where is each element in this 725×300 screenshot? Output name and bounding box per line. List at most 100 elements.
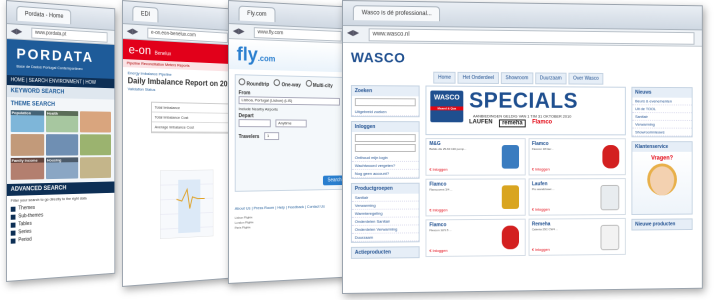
travelers-select[interactable]: 1 (264, 132, 280, 141)
footer-city-links[interactable]: Lisbon Flights London Flights Paris Flig… (235, 215, 254, 230)
logo-text: PORDATA (16, 45, 94, 66)
theme-tile[interactable] (46, 134, 79, 156)
brand-text: e-on (128, 42, 152, 58)
product-card[interactable]: Flamco Flamcovent 3/4 ... € Inloggen (425, 178, 526, 217)
left-column: Zoeken Uitgebreid zoeken Inloggen Onthou… (350, 85, 420, 263)
specials-subtitle: AANBIEDINGEN GELDIG VAN 1 T/M 31 OKTOBER… (472, 113, 572, 119)
login-box: Inloggen Onthoud mijn login Wachtwoord v… (350, 121, 420, 179)
news-item[interactable]: Sanitair (632, 113, 692, 121)
browser-tab-fly[interactable]: Fly.com (238, 5, 276, 23)
password-field[interactable] (354, 144, 416, 152)
advanced-search-link[interactable]: Uitgebreid zoeken (351, 108, 419, 117)
nav-duurzaam[interactable]: Duurzaam (535, 72, 567, 85)
include-nearby-checkbox[interactable]: Include Nearby Airports (239, 106, 340, 112)
nav-home[interactable]: Home (433, 71, 456, 84)
browser-window-pordata[interactable]: Pordata - Home ◀▶ www.pordata.pt PORDATA… (6, 0, 116, 282)
back-forward-icon[interactable]: ◀▶ (347, 28, 359, 38)
brand-flamco: Flamco (532, 119, 553, 126)
url-field[interactable]: www.wasco.nl (368, 28, 695, 45)
search-heading: Zoeken (351, 86, 419, 97)
back-forward-icon[interactable]: ◀▶ (127, 26, 139, 37)
theme-tile[interactable]: Housing (46, 157, 79, 180)
theme-tile[interactable] (10, 134, 45, 156)
multicity-radio[interactable]: Multi-city (305, 79, 333, 89)
browser-window-fly[interactable]: Fly.com ◀▶ www.fly.com fly.com Roundtrip… (228, 0, 350, 284)
depart-date-input[interactable] (238, 119, 271, 128)
nav-over-wasco[interactable]: Over Wasco (568, 72, 604, 85)
nav-onderdeel[interactable]: Het Onderdeel (457, 71, 499, 85)
url-field[interactable]: www.pordata.pt (31, 27, 108, 43)
depart-time-select[interactable]: Anytime (275, 119, 307, 128)
forgot-password-link[interactable]: Wachtwoord vergeten? (351, 161, 419, 170)
imbalance-chart (160, 169, 214, 239)
product-price: € Inloggen (531, 246, 550, 252)
roundtrip-radio[interactable]: Roundtrip (238, 78, 269, 88)
theme-tile[interactable] (79, 134, 111, 156)
product-price: € Inloggen (531, 206, 550, 212)
specials-banner[interactable]: WASCO Maand & Qua SPECIALS AANBIEDINGEN G… (425, 85, 626, 136)
browser-tab-wasco[interactable]: Wasco is dé professional... (352, 5, 441, 22)
brand-sub: Benelux (154, 50, 172, 58)
customer-service-box[interactable]: Klantenservice Vragen? (631, 141, 693, 215)
new-products-heading: Nieuwe producten (632, 219, 692, 230)
questions-label: Vragen? (651, 155, 674, 162)
wasco-logo[interactable]: WASCO (351, 49, 405, 65)
back-forward-icon[interactable]: ◀▶ (11, 26, 23, 37)
oneway-radio[interactable]: One-way (273, 79, 301, 89)
keyword-search-heading[interactable]: KEYWORD SEARCH (6, 85, 115, 100)
browser-tab-eon[interactable]: EDI (132, 5, 159, 23)
news-item[interactable]: Showroomnieuws (632, 128, 692, 137)
expansion-vessel-icon (602, 145, 620, 169)
group-item[interactable]: Duurzaam (351, 233, 419, 242)
action-products-heading: Actieproducten (351, 247, 419, 258)
main-content: WASCO Maand & Qua SPECIALS AANBIEDINGEN G… (425, 85, 626, 258)
product-grid: M&G Bulldo dis 25-60 130 pomp... € Inlog… (425, 138, 626, 258)
product-price: € Inloggen (429, 247, 448, 254)
product-groups: Productgroepen Sanitair Verwarming Warmt… (350, 182, 420, 243)
browser-window-wasco[interactable]: Wasco is dé professional... ◀▶ www.wasco… (342, 0, 703, 294)
product-price: € Inloggen (531, 166, 550, 172)
brand-text: fly (236, 44, 258, 66)
headset-person-icon (647, 163, 677, 196)
flight-search-form: Roundtrip One-way Multi-city From Lisboa… (234, 74, 347, 192)
customer-service-heading: Klantenservice (632, 142, 692, 152)
footer-links[interactable]: About Us | Press Room | Help | Feedback … (235, 204, 325, 211)
theme-tile[interactable]: Population (10, 110, 45, 133)
fly-logo: fly.com (228, 39, 349, 73)
right-column: Nieuws Beurs & evenementen Uit de TOOL S… (631, 86, 693, 235)
theme-tile[interactable] (79, 111, 111, 133)
valve-icon (501, 185, 519, 209)
url-field[interactable]: e-on.eon-benelux.com (147, 27, 228, 44)
browser-window-eon[interactable]: EDI ◀▶ e-on.eon-benelux.com e-on Benelux … (122, 0, 236, 287)
action-products: Actieproducten (350, 246, 420, 259)
remember-checkbox[interactable]: Onthoud mijn login (351, 153, 419, 162)
specials-title: SPECIALS (469, 87, 578, 113)
search-box: Zoeken Uitgebreid zoeken (350, 85, 420, 118)
theme-tile[interactable] (79, 157, 111, 179)
page-body: Zoeken Uitgebreid zoeken Inloggen Onthou… (343, 83, 702, 279)
product-card[interactable]: Flamco Flexcon 12/1.5 ... € Inloggen (425, 218, 526, 258)
register-link[interactable]: Nog geen account? (351, 169, 419, 178)
product-card[interactable]: Flamco Flexcon 18 liter... € Inloggen (528, 138, 626, 176)
url-field[interactable]: www.fly.com (253, 27, 342, 42)
theme-tile[interactable]: Health (46, 110, 79, 133)
pordata-logo: PORDATA Base de Dados Portugal Contempor… (6, 39, 115, 79)
product-card[interactable]: Remeha Calenta 25C CW4 ... € Inloggen (528, 217, 626, 256)
theme-tile[interactable]: Family income (10, 157, 45, 180)
product-card[interactable]: Laufen Pro wandcloset ... € Inloggen (528, 178, 626, 216)
theme-search-heading: THEME SEARCH (10, 101, 56, 108)
username-field[interactable] (354, 134, 416, 143)
search-input[interactable] (354, 98, 416, 107)
news-item[interactable]: Verwarming (632, 120, 692, 129)
product-card[interactable]: M&G Bulldo dis 25-60 130 pomp... € Inlog… (425, 138, 526, 176)
brand-remeha: remeha (499, 119, 526, 128)
back-forward-icon[interactable]: ◀▶ (233, 26, 245, 36)
from-input[interactable]: Lisboa, Portugal (Lisbon) (LIS) (238, 96, 340, 106)
wasco-badge: WASCO Maand & Qua (430, 90, 464, 123)
table-row: Average Imbalance Cost (151, 122, 230, 133)
toilet-icon (600, 184, 620, 211)
news-item[interactable]: Uit de TOOL (632, 105, 692, 114)
nav-showroom[interactable]: Showroom (500, 72, 534, 85)
square-icon (10, 206, 16, 212)
browser-tab-pordata[interactable]: Pordata - Home (16, 5, 72, 25)
